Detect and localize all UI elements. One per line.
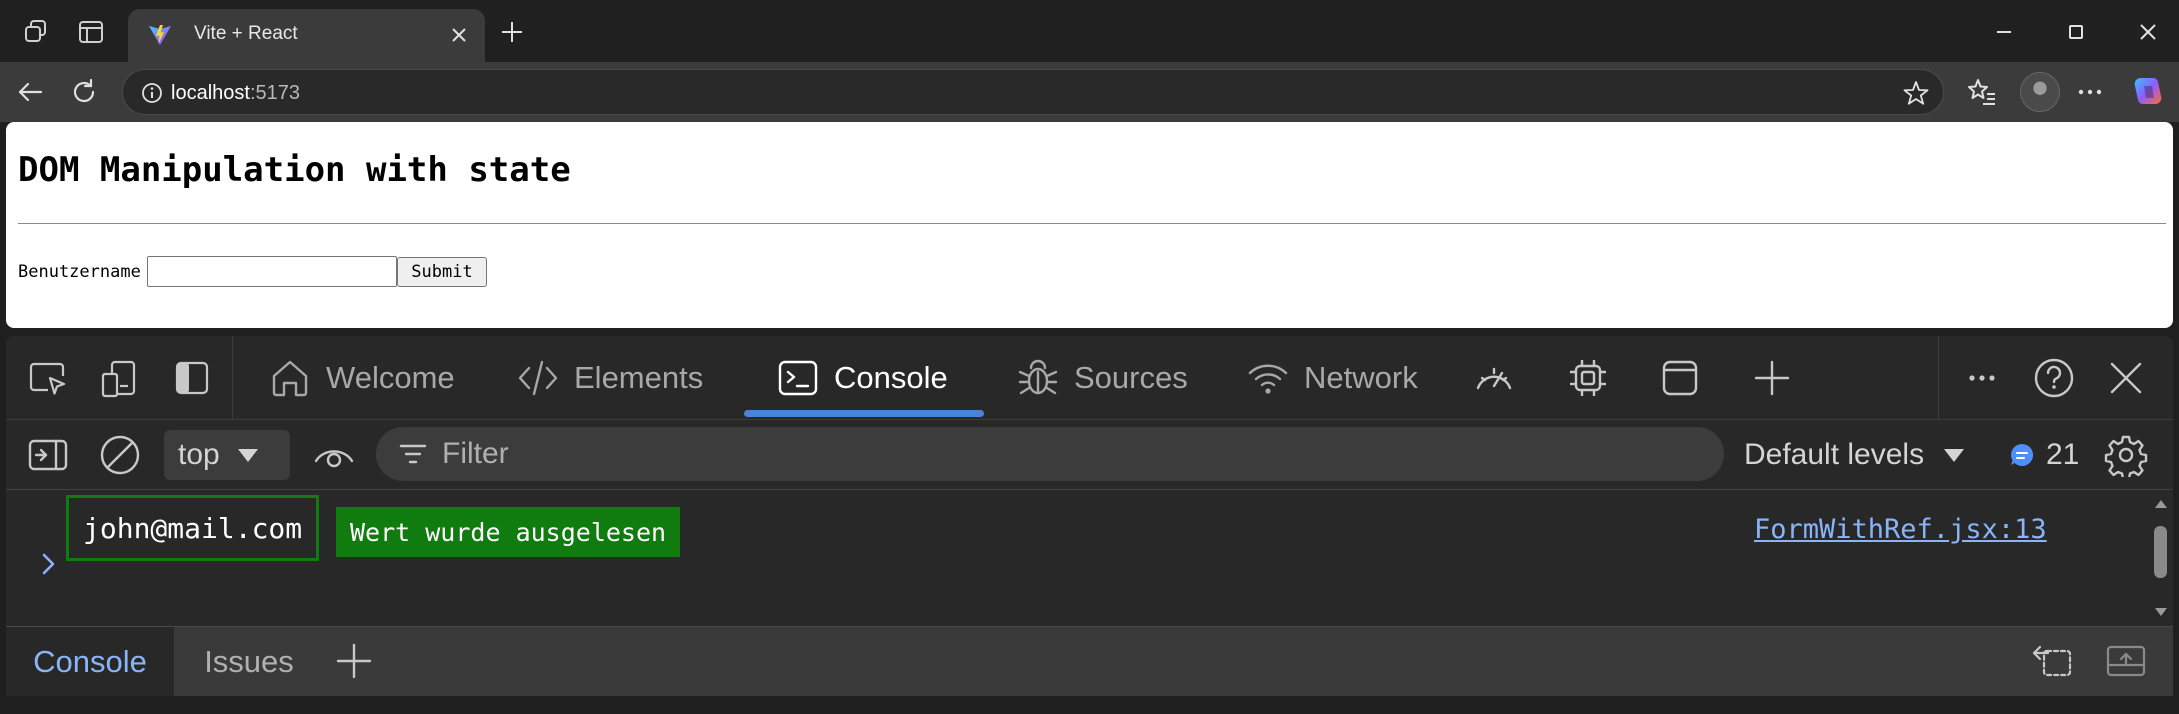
url-host: localhost: [171, 82, 250, 104]
page-heading: DOM Manipulation with state: [18, 150, 571, 190]
dropdown-caret-icon: [1944, 449, 1965, 462]
wifi-icon: [1248, 364, 1288, 394]
console-prompt-chevron-icon[interactable]: [34, 550, 62, 578]
dock-side-icon[interactable]: [170, 356, 214, 400]
workspaces-icon[interactable]: [22, 17, 52, 47]
add-drawer-tab-icon[interactable]: [332, 639, 376, 683]
log-entry-value[interactable]: john@mail.com: [66, 495, 320, 561]
tab-title: Vite + React: [194, 23, 298, 44]
message-count-badge[interactable]: 21: [2008, 430, 2079, 480]
username-input[interactable]: [147, 256, 397, 287]
tab-sources-label: Sources: [1074, 360, 1188, 395]
add-panel-icon[interactable]: [1750, 356, 1794, 400]
filter-input[interactable]: [442, 427, 1642, 481]
message-count: 21: [2046, 438, 2080, 471]
page-viewport: DOM Manipulation with state Benutzername…: [6, 122, 2173, 328]
help-icon[interactable]: [2032, 356, 2076, 400]
browser-toolbar: localhost:5173: [0, 62, 2179, 122]
scroll-down-arrow-icon[interactable]: [2155, 608, 2167, 616]
tab-welcome-label: Welcome: [326, 360, 455, 395]
maximize-icon[interactable]: [2060, 16, 2092, 48]
log-source-link[interactable]: FormWithRef.jsx:13: [1754, 514, 2047, 545]
vite-logo-icon: [148, 23, 172, 47]
tab-welcome[interactable]: Welcome: [268, 356, 455, 400]
scroll-thumb[interactable]: [2154, 526, 2167, 578]
browser-tab-active[interactable]: Vite + React: [128, 9, 485, 62]
show-sidebar-icon[interactable]: [26, 433, 70, 477]
code-icon: [518, 360, 558, 396]
filter-icon: [398, 439, 428, 469]
favorites-icon[interactable]: [1966, 76, 1998, 108]
tab-elements-label: Elements: [574, 360, 704, 395]
tab-sources[interactable]: Sources: [1016, 356, 1188, 400]
inspect-element-icon[interactable]: [26, 356, 70, 400]
active-tab-indicator: [744, 410, 984, 417]
console-output: john@mail.com Wert wurde ausgelesen Form…: [6, 490, 2173, 626]
application-panel-icon[interactable]: [1658, 356, 1702, 400]
minimize-icon[interactable]: [1988, 16, 2020, 48]
log-entry-message: Wert wurde ausgelesen: [336, 507, 681, 557]
live-expression-eye-icon[interactable]: [312, 433, 356, 477]
close-devtools-icon[interactable]: [2104, 356, 2148, 400]
context-selector-label: top: [178, 438, 220, 471]
back-arrow-icon[interactable]: [14, 76, 46, 108]
toolbar-separator: [1938, 336, 1939, 420]
device-emulation-icon[interactable]: [98, 356, 142, 400]
message-bubble-icon: [2011, 443, 2034, 466]
memory-chip-icon[interactable]: [1566, 356, 1610, 400]
drawer-tab-issues[interactable]: Issues: [176, 627, 322, 696]
log-levels-label: Default levels: [1744, 438, 1925, 471]
more-options-icon[interactable]: [2074, 76, 2106, 108]
toolbar-separator: [232, 336, 233, 420]
divider: [18, 223, 2166, 224]
filter-field[interactable]: [376, 427, 1724, 481]
vertical-tabs-icon[interactable]: [76, 17, 106, 47]
favorite-star-icon[interactable]: [1903, 80, 1929, 106]
performance-gauge-icon[interactable]: [1472, 356, 1516, 400]
username-label: Benutzername: [18, 262, 141, 282]
profile-avatar[interactable]: [2020, 72, 2060, 112]
tab-elements[interactable]: Elements: [516, 356, 703, 400]
tab-console-label: Console: [834, 360, 948, 395]
console-scrollbar[interactable]: [2147, 490, 2173, 626]
site-info-icon[interactable]: [141, 82, 163, 104]
url-port: :5173: [249, 82, 300, 104]
log-levels-dropdown[interactable]: Default levels: [1744, 430, 1966, 480]
new-tab-icon[interactable]: [498, 18, 526, 46]
tab-console[interactable]: Console: [776, 356, 948, 400]
dropdown-caret-icon: [237, 449, 258, 462]
context-selector[interactable]: top: [164, 430, 290, 480]
devtools-drawer: Console Issues: [6, 626, 2173, 696]
home-icon: [272, 360, 308, 397]
collapse-drawer-icon[interactable]: [2104, 639, 2148, 683]
title-bar: Vite + React: [0, 0, 2179, 62]
bug-icon: [1018, 359, 1058, 395]
close-window-icon[interactable]: [2132, 16, 2164, 48]
refresh-icon[interactable]: [68, 76, 100, 108]
drawer-tab-console[interactable]: Console: [6, 627, 174, 696]
console-settings-gear-icon[interactable]: [2104, 433, 2148, 477]
devtools-panel: Welcome Elements Console Sources Network: [6, 336, 2173, 696]
tab-network-label: Network: [1304, 360, 1418, 395]
console-filter-bar: top Default levels 21: [6, 420, 2173, 490]
copilot-icon[interactable]: [2130, 74, 2166, 110]
clear-console-icon[interactable]: [98, 433, 142, 477]
more-tools-icon[interactable]: [1960, 356, 2004, 400]
address-bar[interactable]: localhost:5173: [122, 69, 1944, 115]
console-icon: [778, 360, 818, 396]
url-text[interactable]: localhost:5173: [171, 82, 300, 105]
devtools-tab-bar: Welcome Elements Console Sources Network: [6, 336, 2173, 420]
tab-network[interactable]: Network: [1246, 356, 1418, 400]
scroll-up-arrow-icon[interactable]: [2155, 500, 2167, 508]
submit-button[interactable]: Submit: [397, 257, 487, 287]
close-tab-icon[interactable]: [447, 23, 471, 47]
move-drawer-icon[interactable]: [2030, 639, 2074, 683]
